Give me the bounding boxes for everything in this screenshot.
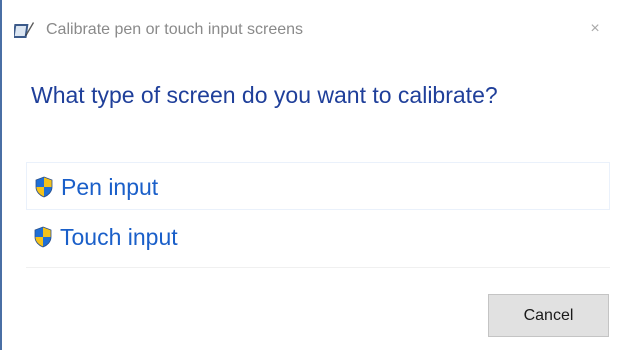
window-title: Calibrate pen or touch input screens	[46, 21, 304, 38]
uac-shield-icon	[34, 226, 52, 248]
tablet-pen-icon	[14, 22, 34, 38]
uac-shield-icon	[35, 176, 53, 198]
title-bar[interactable]: Calibrate pen or touch input screens ×	[2, 0, 618, 58]
calibrate-dialog: Calibrate pen or touch input screens × W…	[0, 0, 618, 350]
cancel-button[interactable]: Cancel	[488, 294, 609, 337]
divider	[26, 267, 610, 268]
touch-input-option[interactable]: Touch input	[26, 213, 610, 261]
pen-input-label[interactable]: Pen input	[61, 172, 158, 202]
touch-input-label[interactable]: Touch input	[60, 222, 178, 252]
pen-input-option[interactable]: Pen input	[26, 162, 610, 210]
close-button[interactable]: ×	[582, 15, 608, 43]
page-heading: What type of screen do you want to calib…	[31, 82, 498, 108]
